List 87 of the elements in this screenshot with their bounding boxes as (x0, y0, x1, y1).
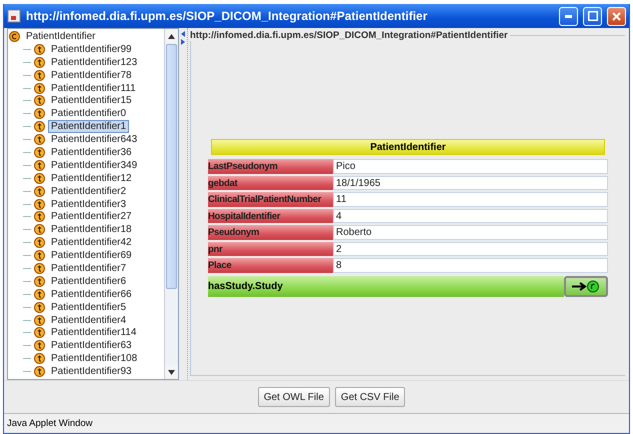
file-button[interactable]: Get CSV File (334, 387, 406, 407)
tree-item[interactable]: PatientIdentifier78 (48, 68, 135, 82)
instance-icon (34, 172, 45, 184)
property-name: pnr (208, 242, 333, 256)
status-bar: Java Applet Window (4, 413, 629, 432)
window-title: http://infomed.dia.fi.upm.es/SIOP_DICOM_Integration#PatientIdentifier (26, 9, 428, 23)
property-name: gebdat (208, 176, 333, 190)
scrollbar[interactable] (164, 29, 178, 379)
property-value: 4 (333, 208, 608, 224)
instance-icon (34, 82, 45, 94)
instance-icon (34, 198, 45, 210)
instance-icon (34, 134, 45, 146)
tree-item[interactable]: PatientIdentifier63 (48, 339, 135, 352)
tree-item[interactable]: PatientIdentifier1 (48, 120, 130, 134)
tree-item[interactable]: PatientIdentifier69 (48, 249, 135, 262)
instance-icon (34, 186, 45, 197)
property-name: HospitalIdentifier (208, 208, 333, 224)
tree-item[interactable]: PatientIdentifier42 (48, 236, 135, 250)
property-name: ClinicalTrialPatientNumber (208, 192, 333, 207)
close-icon (612, 12, 621, 20)
tree-item[interactable]: PatientIdentifier27 (48, 210, 135, 224)
tree-item[interactable]: PatientIdentifier12 (48, 172, 135, 185)
instance-icon (34, 340, 45, 352)
instance-icon (34, 250, 45, 262)
panel-title: http://infomed.dia.fi.upm.es/SIOP_DICOM_Integration#PatientIdentifier (189, 30, 509, 41)
splitter-arrows-icon[interactable] (180, 31, 186, 45)
tree-item[interactable]: PatientIdentifier36 (48, 146, 135, 159)
instance-icon (34, 121, 45, 132)
tree-item[interactable]: PatientIdentifier111 (48, 82, 139, 95)
tree-item[interactable]: PatientIdentifier6 (48, 274, 130, 288)
tree-item[interactable]: PatientIdentifier7 (48, 262, 130, 275)
class-icon (9, 30, 20, 42)
instance-icon (34, 327, 45, 338)
instance-icon (34, 146, 45, 158)
property-value: 2 (333, 242, 608, 256)
instance-icon (34, 224, 45, 236)
file-button[interactable]: Get OWL File (258, 387, 330, 407)
minimize-icon (565, 14, 572, 18)
property-name: LastPseudonym (208, 159, 333, 174)
property-name: Pseudonym (208, 225, 333, 240)
up-arrow-icon[interactable] (168, 34, 175, 38)
tree-item[interactable]: PatientIdentifier15 (48, 94, 135, 108)
property-name: Place (208, 258, 333, 273)
instance-icon (34, 276, 45, 287)
close-button[interactable] (607, 6, 626, 26)
tree-item[interactable]: PatientIdentifier114 (48, 326, 140, 340)
instance-icon (34, 353, 45, 364)
instance-icon (34, 237, 45, 248)
tree-item[interactable]: PatientIdentifier99 (48, 42, 135, 56)
follow-button[interactable] (564, 276, 608, 297)
tree-item[interactable]: PatientIdentifier123 (48, 56, 140, 69)
instance-icon (34, 288, 45, 300)
instance-icon (34, 314, 45, 326)
relation-name: hasStudy.Study (208, 276, 564, 297)
class-header: PatientIdentifier (211, 139, 605, 156)
property-value: 8 (333, 258, 608, 273)
arrow-to-circle-icon (571, 280, 601, 293)
tree-item[interactable]: PatientIdentifier0 (48, 107, 130, 120)
down-arrow-icon[interactable] (168, 370, 175, 374)
maximize-button[interactable] (583, 6, 602, 26)
tree-item[interactable]: PatientIdentifier66 (48, 288, 135, 301)
instance-icon (34, 44, 45, 55)
tree-item[interactable]: PatientIdentifier4 (48, 314, 130, 327)
instance-icon (34, 160, 45, 171)
instance-icon (34, 302, 45, 313)
maximize-icon (588, 11, 598, 21)
instance-icon (34, 262, 45, 274)
tree-item[interactable]: PatientIdentifier643 (48, 133, 140, 146)
tree-item[interactable]: PatientIdentifier349 (48, 158, 140, 172)
tree-item[interactable]: PatientIdentifier5 (48, 300, 130, 314)
property-value: 18/1/1965 (333, 176, 608, 190)
instance-icon (34, 108, 45, 120)
instance-icon (34, 95, 45, 106)
instance-icon (34, 366, 45, 378)
property-value: 11 (333, 192, 608, 207)
tree-item[interactable]: PatientIdentifier3 (48, 198, 130, 211)
tree-item[interactable]: PatientIdentifier93 (48, 365, 135, 378)
tree-item[interactable]: PatientIdentifier2 (48, 184, 130, 198)
instance-icon (34, 56, 45, 68)
minimize-button[interactable] (559, 6, 578, 26)
tree-item[interactable]: PatientIdentifier108 (48, 352, 140, 366)
instance-icon (34, 70, 45, 81)
property-value: Pico (333, 159, 608, 174)
tree-item[interactable]: PatientIdentifier18 (48, 223, 135, 236)
instance-icon (34, 211, 45, 222)
tree-item[interactable]: PatientIdentifier (23, 30, 98, 43)
property-value: Roberto (333, 225, 608, 240)
